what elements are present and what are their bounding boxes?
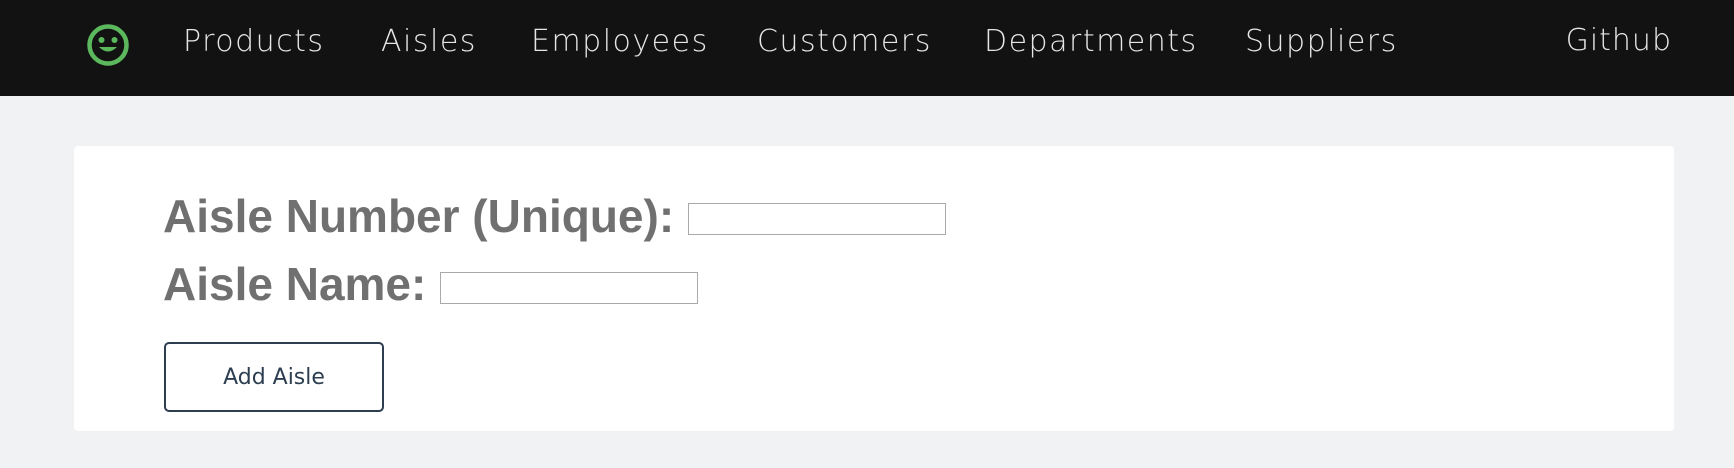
smiley-face-icon[interactable] bbox=[86, 23, 130, 67]
aisle-number-row: Aisle Number (Unique): bbox=[163, 190, 947, 242]
aisle-number-input[interactable] bbox=[688, 203, 947, 235]
aisle-name-input[interactable] bbox=[440, 272, 699, 304]
aisle-name-label: Aisle Name: bbox=[163, 258, 427, 310]
aisle-number-label: Aisle Number (Unique): bbox=[163, 190, 675, 242]
nav-link-customers[interactable]: Customers bbox=[757, 22, 932, 62]
add-aisle-form-card: Aisle Number (Unique): Aisle Name: Add A… bbox=[74, 146, 1674, 431]
aisle-name-row: Aisle Name: bbox=[163, 258, 699, 310]
nav-link-suppliers[interactable]: Suppliers bbox=[1245, 22, 1398, 62]
top-navbar: Products Aisles Employees Customers Depa… bbox=[0, 0, 1734, 96]
nav-link-departments[interactable]: Departments bbox=[984, 22, 1198, 62]
nav-link-aisles[interactable]: Aisles bbox=[381, 22, 477, 62]
nav-link-github[interactable]: Github bbox=[1566, 21, 1672, 61]
nav-link-products[interactable]: Products bbox=[183, 22, 325, 62]
nav-link-employees[interactable]: Employees bbox=[531, 22, 709, 62]
add-aisle-button[interactable]: Add Aisle bbox=[164, 342, 384, 412]
